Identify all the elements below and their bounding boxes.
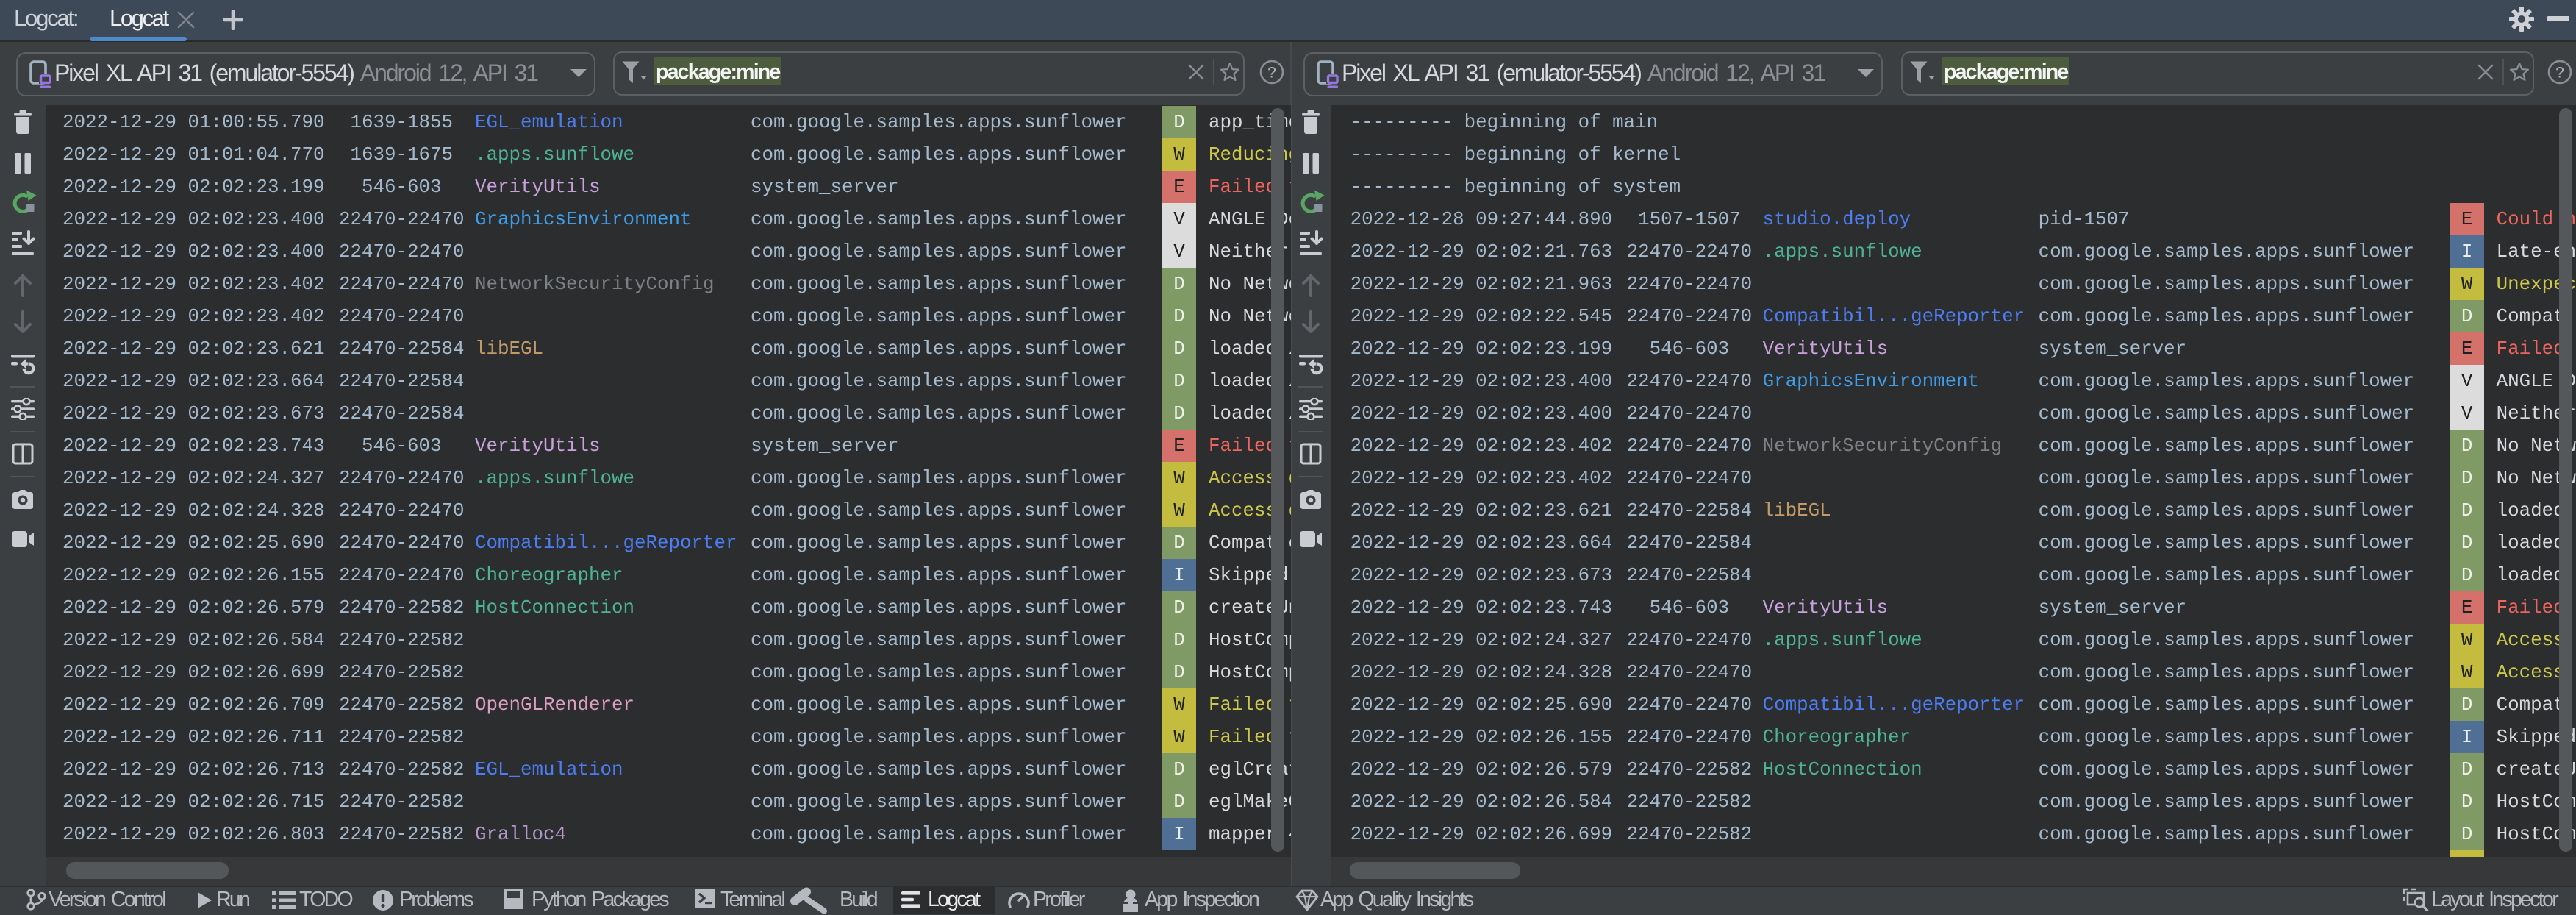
svg-text:?: ? — [1267, 65, 1276, 82]
svg-text:?: ? — [2555, 65, 2564, 82]
